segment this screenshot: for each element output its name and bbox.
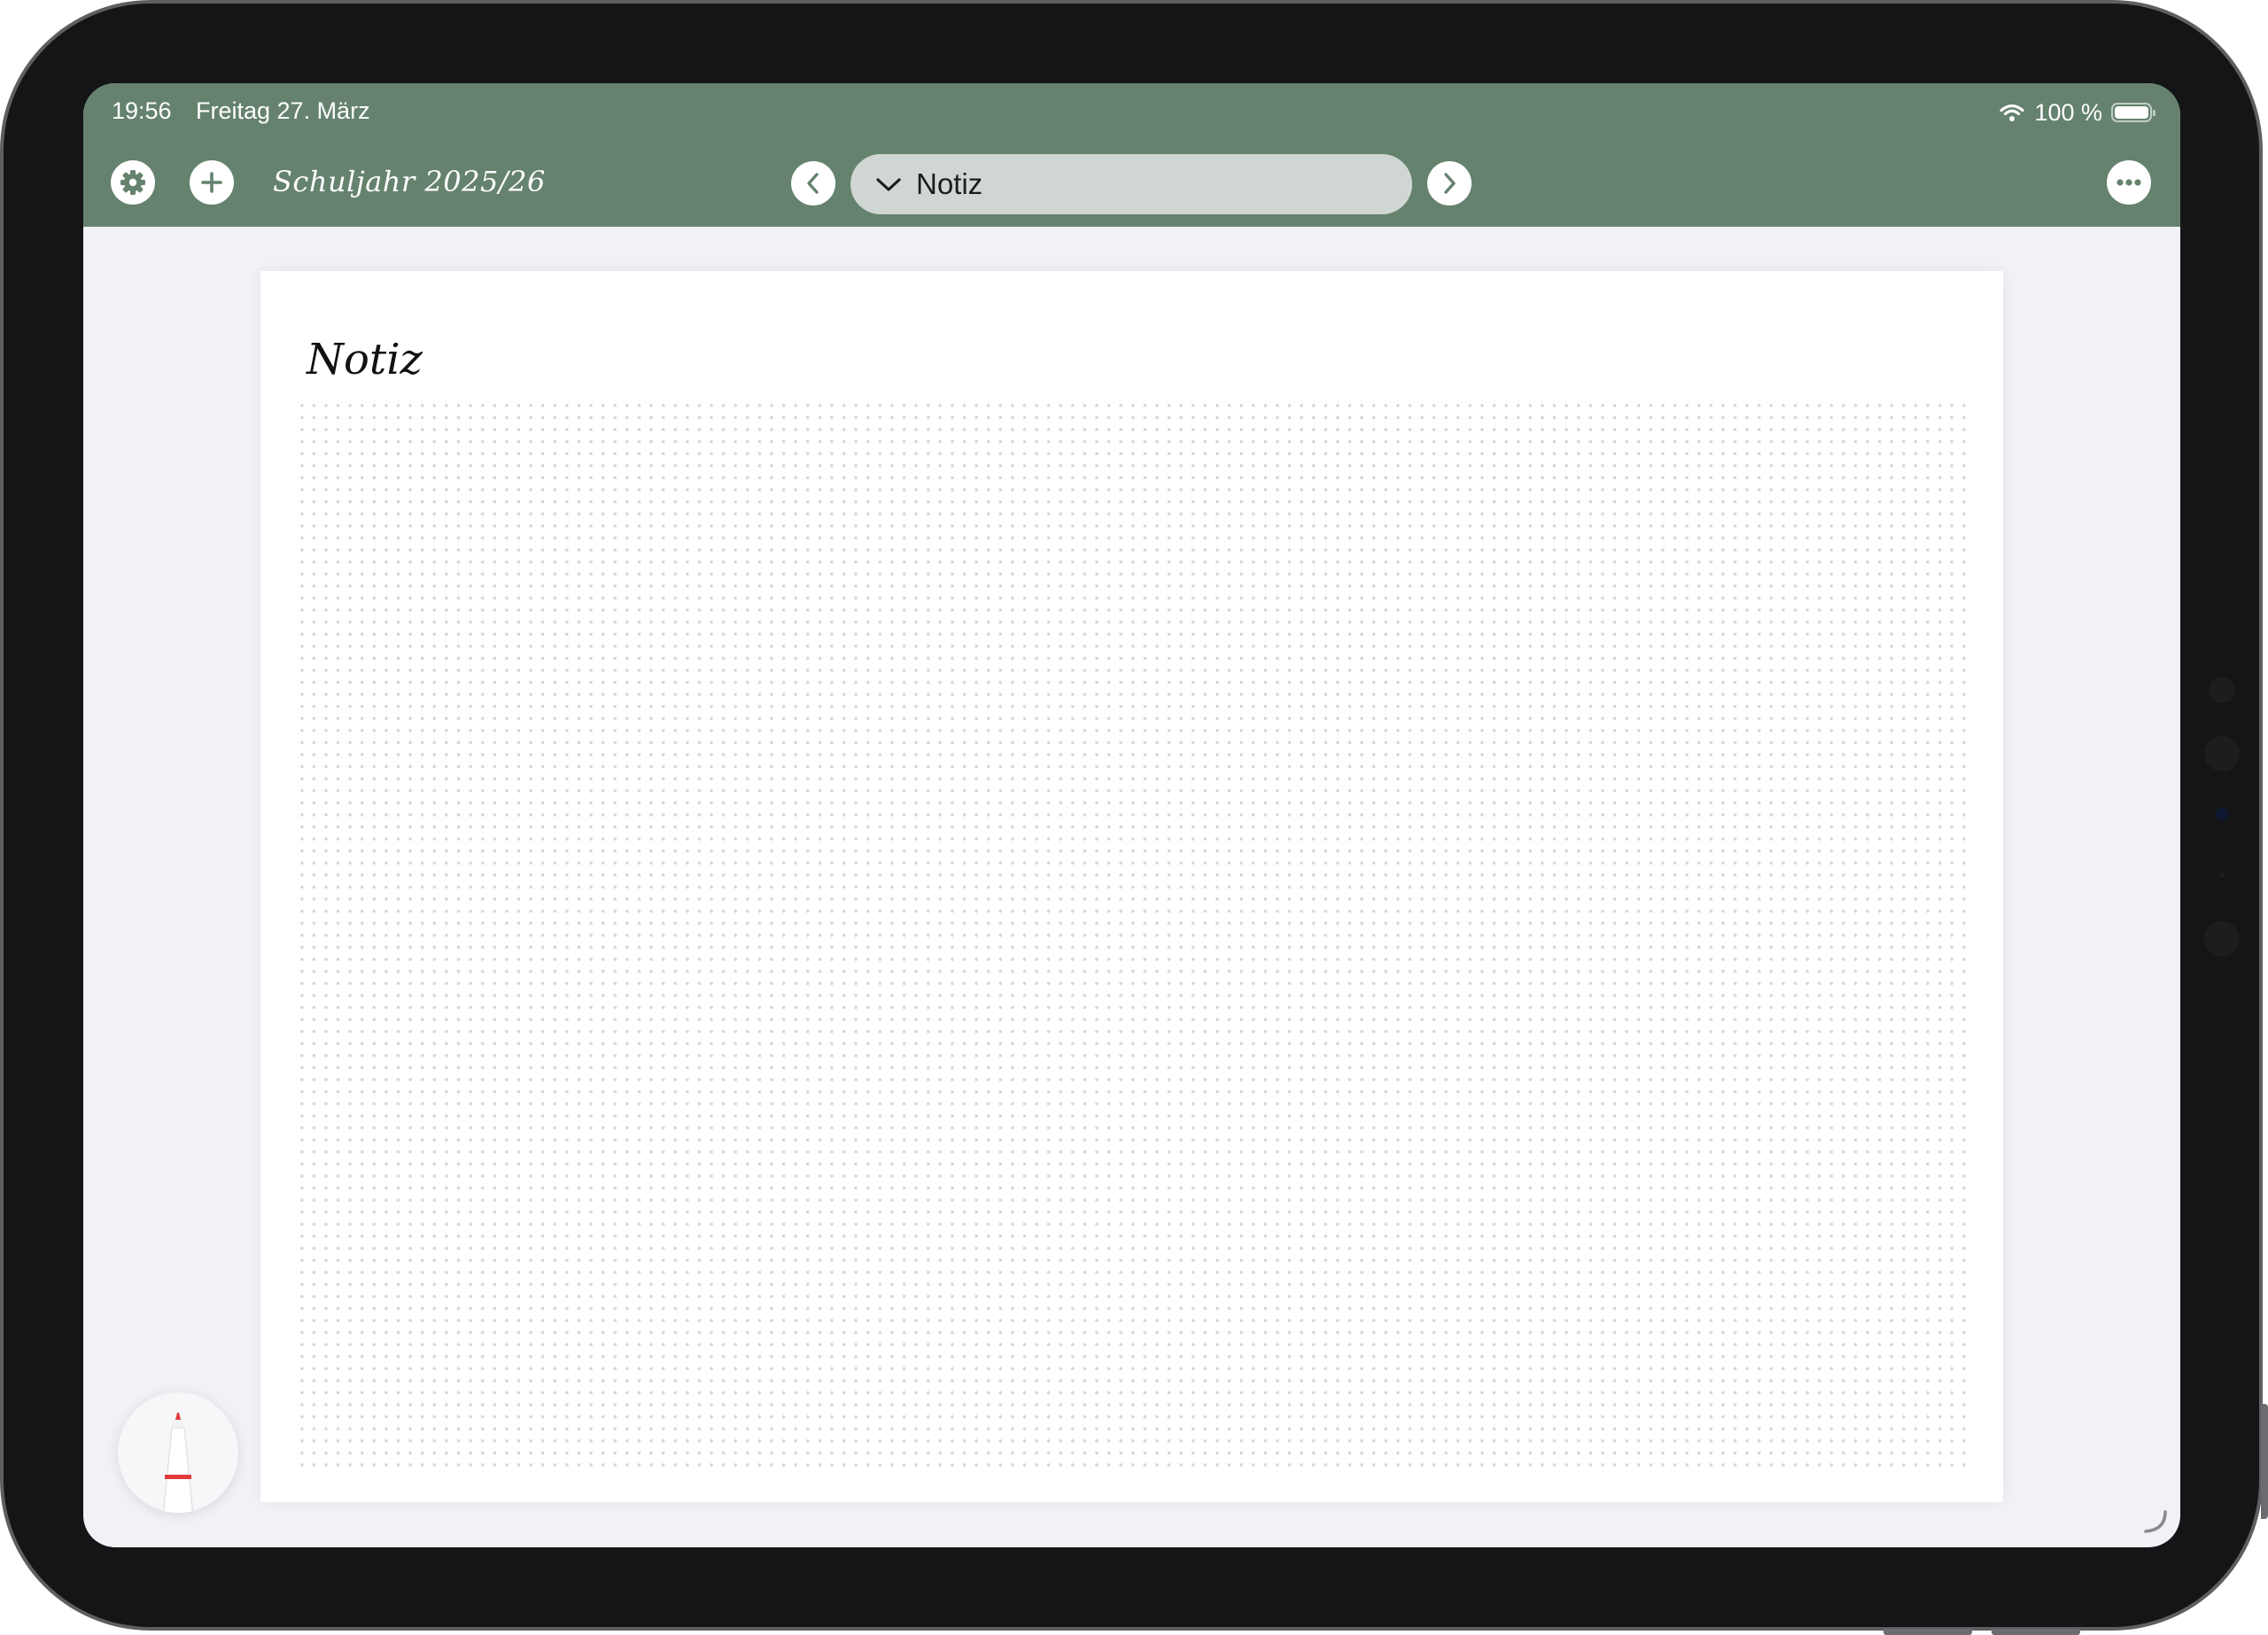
app-screen: 19:56 Freitag 27. März 100 % Schuljahr 2… [83,83,2180,1547]
hardware-button [1884,1629,1972,1635]
sensor [2204,736,2240,771]
status-time: 19:56 [112,97,172,124]
gear-icon [119,168,147,197]
status-date: Freitag 27. März [196,97,370,124]
note-page[interactable]: Notiz [260,271,2003,1502]
settings-button[interactable] [111,160,155,205]
ellipsis-icon [2116,178,2142,187]
plus-icon [200,171,223,194]
pencil-tool-button[interactable] [118,1392,238,1513]
page-selector-dropdown[interactable]: Notiz [850,154,1412,214]
front-camera [2216,808,2228,820]
hardware-button [1992,1629,2080,1635]
more-options-button[interactable] [2107,160,2151,205]
page-selector-label: Notiz [916,167,983,200]
sensor [2209,677,2235,703]
top-bar: 19:56 Freitag 27. März 100 % Schuljahr 2… [83,83,2180,227]
previous-page-button[interactable] [791,161,835,205]
next-page-button[interactable] [1427,161,1472,205]
dot-grid-canvas[interactable] [296,399,1970,1471]
sensor [2219,872,2225,878]
battery-percentage: 100 % [2034,98,2102,126]
chevron-left-icon [804,172,823,195]
hardware-button [2261,1404,2268,1519]
pencil-icon [118,1392,238,1513]
battery-icon [2111,103,2155,122]
add-button[interactable] [190,160,234,205]
page-title: Notiz [307,335,423,384]
resize-handle-icon[interactable] [2143,1509,2168,1534]
chevron-down-icon [875,175,902,193]
chevron-right-icon [1440,172,1459,195]
sensor [2204,921,2240,957]
status-indicators: 100 % [1999,97,2155,128]
wifi-icon [1999,103,2025,122]
notebook-title[interactable]: Schuljahr 2025/26 [273,165,546,198]
